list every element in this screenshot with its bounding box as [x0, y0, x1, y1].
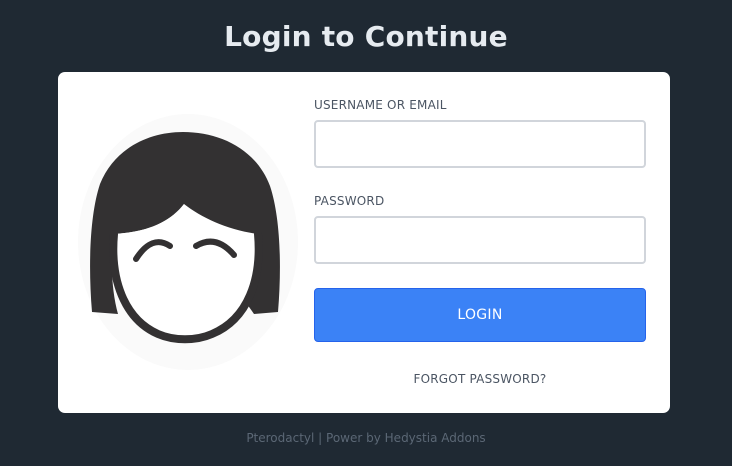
forgot-password-link[interactable]: FORGOT PASSWORD? [314, 372, 646, 386]
login-button[interactable]: LOGIN [314, 288, 646, 342]
footer-text: Pterodactyl | Power by Hedystia Addons [246, 431, 486, 445]
page-title: Login to Continue [224, 20, 508, 53]
login-card: USERNAME OR EMAIL PASSWORD LOGIN FORGOT … [58, 72, 670, 413]
password-label: PASSWORD [314, 194, 385, 208]
username-label: USERNAME OR EMAIL [314, 98, 447, 112]
username-input[interactable] [314, 120, 646, 168]
avatar [78, 114, 298, 370]
password-input[interactable] [314, 216, 646, 264]
avatar-icon [90, 132, 280, 344]
